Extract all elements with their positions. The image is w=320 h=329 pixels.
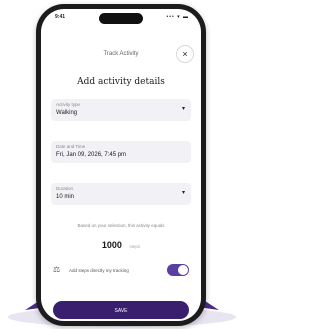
device-tracking-row: ⚖ Add steps directly my tracking [51,262,191,280]
page-title: Add activity details [77,77,165,87]
device-tracking-label: Add steps directly my tracking [69,268,129,273]
phone-frame: 9:41 ••• ▾ ▬ Track Activity × Add activi… [36,4,206,326]
helper-text: Based on your selection, this activity e… [77,223,165,228]
save-button[interactable]: SAVE [53,301,189,319]
field-value: 10 min [56,194,75,200]
field-value: Walking [56,110,78,116]
status-time: 9:41 [55,14,66,20]
chevron-down-icon: ▾ [181,190,185,196]
close-icon: × [182,49,188,59]
steps-unit: steps [129,244,141,249]
date-time-field[interactable]: Date and Time Fri, Jan 09, 2026, 7:45 pm [51,141,191,163]
field-value: Fri, Jan 09, 2026, 7:45 pm [56,152,127,158]
marketing-stage: 9:41 ••• ▾ ▬ Track Activity × Add activi… [0,0,242,329]
field-label: Duration [56,186,74,191]
status-bar: 9:41 ••• ▾ ▬ [41,9,201,25]
device-tracking-toggle[interactable] [167,264,189,276]
field-label: Activity type [56,102,81,107]
dynamic-island [99,13,143,24]
phone-screen: 9:41 ••• ▾ ▬ Track Activity × Add activi… [41,9,201,321]
device-sync-icon: ⚖ [53,265,61,274]
duration-select[interactable]: Duration 10 min ▾ [51,183,191,205]
toggle-knob [178,265,188,275]
steps-value: 1000 [101,240,122,250]
status-icons: ••• ▾ ▬ [166,14,189,20]
chevron-down-icon: ▾ [181,106,185,112]
field-label: Date and Time [56,144,86,149]
steps-equivalent: 1000 steps [41,235,201,253]
activity-type-select[interactable]: Activity type Walking ▾ [51,99,191,121]
close-button[interactable]: × [176,45,194,63]
